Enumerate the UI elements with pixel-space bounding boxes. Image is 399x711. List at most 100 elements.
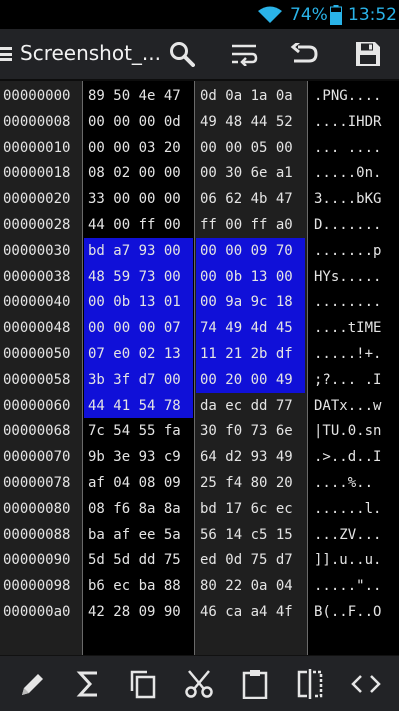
save-button[interactable] bbox=[343, 29, 393, 79]
hex-group-2[interactable]: 49 48 44 52 bbox=[200, 114, 293, 130]
hex-row[interactable]: 00000080 08 f6 8a 8a bd 17 6c ec ......l. bbox=[0, 498, 399, 524]
menu-icon[interactable] bbox=[0, 47, 12, 61]
offset-cell[interactable]: 00000098 bbox=[3, 578, 70, 594]
hex-row[interactable]: 00000090 5d 5d dd 75 ed 0d 75 d7]].u..u. bbox=[0, 549, 399, 575]
undo-button[interactable] bbox=[279, 29, 329, 79]
hex-group-1[interactable]: ba af ee 5a bbox=[88, 527, 181, 543]
hex-group-2[interactable]: 74 49 4d 45 bbox=[200, 320, 293, 336]
hex-group-2[interactable]: ed 0d 75 d7 bbox=[200, 552, 293, 568]
offset-cell[interactable]: 00000038 bbox=[3, 269, 70, 285]
hex-group-1[interactable]: b6 ec ba 88 bbox=[88, 578, 181, 594]
hex-group-2[interactable]: 11 21 2b df bbox=[200, 346, 293, 362]
ascii-cell[interactable]: ... .... bbox=[314, 140, 381, 156]
hex-row[interactable]: 00000008 00 00 00 0d 49 48 44 52 ....IHDR bbox=[0, 111, 399, 137]
hex-row[interactable]: 00000088 ba af ee 5a 56 14 c5 15 ...ZV... bbox=[0, 524, 399, 550]
hex-group-1[interactable]: 42 28 09 90 bbox=[88, 604, 181, 620]
checksum-button[interactable] bbox=[60, 656, 116, 711]
file-title[interactable]: Screenshot_... bbox=[20, 41, 161, 65]
hex-group-1[interactable]: 00 00 00 07 bbox=[88, 320, 181, 336]
hex-row[interactable]: 00000010 00 00 03 20 00 00 05 00 ... .... bbox=[0, 137, 399, 163]
hex-row[interactable]: 00000030 bd a7 93 00 00 00 09 70 .......p bbox=[0, 240, 399, 266]
offset-cell[interactable]: 00000048 bbox=[3, 320, 70, 336]
offset-cell[interactable]: 00000040 bbox=[3, 294, 70, 310]
hex-group-2[interactable]: ff 00 ff a0 bbox=[200, 217, 293, 233]
edit-button[interactable] bbox=[5, 656, 61, 711]
offset-cell[interactable]: 00000088 bbox=[3, 527, 70, 543]
ascii-cell[interactable]: ......l. bbox=[314, 501, 381, 517]
copy-button[interactable] bbox=[115, 656, 171, 711]
hex-view[interactable]: 00000000 89 50 4e 47 0d 0a 1a 0a .PNG.... 00… bbox=[0, 81, 399, 655]
offset-cell[interactable]: 000000a0 bbox=[3, 604, 70, 620]
ascii-cell[interactable]: ....%.. bbox=[314, 475, 381, 491]
word-wrap-button[interactable] bbox=[219, 29, 269, 79]
ascii-cell[interactable]: ....tIME bbox=[314, 320, 381, 336]
ascii-cell[interactable]: .>..d..I bbox=[314, 449, 381, 465]
hex-group-1[interactable]: 48 59 73 00 bbox=[88, 269, 181, 285]
hex-group-2[interactable]: 46 ca a4 4f bbox=[200, 604, 293, 620]
hex-group-1[interactable]: 44 41 54 78 bbox=[88, 398, 181, 414]
hex-group-1[interactable]: 9b 3e 93 c9 bbox=[88, 449, 181, 465]
hex-row[interactable]: 000000a0 42 28 09 90 46 ca a4 4f B(..F..O bbox=[0, 601, 399, 627]
ascii-cell[interactable]: .......p bbox=[314, 243, 381, 259]
offset-cell[interactable]: 00000078 bbox=[3, 475, 70, 491]
offset-cell[interactable]: 00000060 bbox=[3, 398, 70, 414]
ascii-cell[interactable]: D....... bbox=[314, 217, 381, 233]
hex-group-1[interactable]: 3b 3f d7 00 bbox=[88, 372, 181, 388]
hex-group-1[interactable]: 00 00 00 0d bbox=[88, 114, 181, 130]
ascii-cell[interactable]: ........ bbox=[314, 294, 381, 310]
offset-cell[interactable]: 00000070 bbox=[3, 449, 70, 465]
hex-group-2[interactable]: 80 22 0a 04 bbox=[200, 578, 293, 594]
offset-cell[interactable]: 00000020 bbox=[3, 191, 70, 207]
ascii-cell[interactable]: DATx...w bbox=[314, 398, 381, 414]
hex-row[interactable]: 00000048 00 00 00 07 74 49 4d 45 ....tIME bbox=[0, 317, 399, 343]
hex-row[interactable]: 00000098 b6 ec ba 88 80 22 0a 04 .....".. bbox=[0, 575, 399, 601]
hex-row[interactable]: 00000050 07 e0 02 13 11 21 2b df .....!+. bbox=[0, 343, 399, 369]
hex-row[interactable]: 00000018 08 02 00 00 00 30 6e a1 .....0n. bbox=[0, 162, 399, 188]
offset-cell[interactable]: 00000050 bbox=[3, 346, 70, 362]
hex-row[interactable]: 00000070 9b 3e 93 c9 64 d2 93 49 .>..d..I bbox=[0, 446, 399, 472]
offset-cell[interactable]: 00000008 bbox=[3, 114, 70, 130]
hex-group-2[interactable]: 0d 0a 1a 0a bbox=[200, 88, 293, 104]
ascii-cell[interactable]: 3....bKG bbox=[314, 191, 381, 207]
hex-group-2[interactable]: 25 f4 80 20 bbox=[200, 475, 293, 491]
offset-cell[interactable]: 00000090 bbox=[3, 552, 70, 568]
split-view-button[interactable] bbox=[282, 656, 338, 711]
hex-row[interactable]: 00000078 af 04 08 09 25 f4 80 20....%.. bbox=[0, 472, 399, 498]
offset-cell[interactable]: 00000058 bbox=[3, 372, 70, 388]
ascii-cell[interactable]: .....0n. bbox=[314, 165, 381, 181]
hex-group-1[interactable]: 00 00 03 20 bbox=[88, 140, 181, 156]
ascii-cell[interactable]: .....".. bbox=[314, 578, 381, 594]
hex-group-2[interactable]: 00 0b 13 00 bbox=[200, 269, 293, 285]
hex-group-1[interactable]: af 04 08 09 bbox=[88, 475, 181, 491]
ascii-cell[interactable]: ....IHDR bbox=[314, 114, 381, 130]
search-button[interactable] bbox=[157, 29, 207, 79]
hex-group-2[interactable]: 06 62 4b 47 bbox=[200, 191, 293, 207]
ascii-cell[interactable]: |TU.0.sn bbox=[314, 423, 381, 439]
ascii-cell[interactable]: HYs..... bbox=[314, 269, 381, 285]
hex-group-1[interactable]: 07 e0 02 13 bbox=[88, 346, 181, 362]
ascii-cell[interactable]: .PNG.... bbox=[314, 88, 381, 104]
hex-row[interactable]: 00000028 44 00 ff 00 ff 00 ff a0 D....... bbox=[0, 214, 399, 240]
offset-cell[interactable]: 00000000 bbox=[3, 88, 70, 104]
hex-group-1[interactable]: 5d 5d dd 75 bbox=[88, 552, 181, 568]
ascii-cell[interactable]: ...ZV... bbox=[314, 527, 381, 543]
hex-group-2[interactable]: 00 20 00 49 bbox=[200, 372, 293, 388]
hex-row[interactable]: 00000058 3b 3f d7 00 00 20 00 49 ;?... .I bbox=[0, 369, 399, 395]
code-view-button[interactable] bbox=[338, 656, 394, 711]
hex-row[interactable]: 00000038 48 59 73 00 00 0b 13 00 HYs..... bbox=[0, 266, 399, 292]
hex-group-1[interactable]: 08 02 00 00 bbox=[88, 165, 181, 181]
offset-cell[interactable]: 00000030 bbox=[3, 243, 70, 259]
hex-group-2[interactable]: da ec dd 77 bbox=[200, 398, 293, 414]
offset-cell[interactable]: 00000010 bbox=[3, 140, 70, 156]
offset-cell[interactable]: 00000080 bbox=[3, 501, 70, 517]
hex-group-2[interactable]: 00 30 6e a1 bbox=[200, 165, 293, 181]
hex-group-1[interactable]: 08 f6 8a 8a bbox=[88, 501, 181, 517]
hex-group-1[interactable]: bd a7 93 00 bbox=[88, 243, 181, 259]
ascii-cell[interactable]: B(..F..O bbox=[314, 604, 381, 620]
cut-button[interactable] bbox=[171, 656, 227, 711]
hex-row[interactable]: 00000068 7c 54 55 fa 30 f0 73 6e |TU.0.sn bbox=[0, 420, 399, 446]
hex-group-1[interactable]: 33 00 00 00 bbox=[88, 191, 181, 207]
hex-row[interactable]: 00000020 33 00 00 00 06 62 4b 47 3....bKG bbox=[0, 188, 399, 214]
hex-row[interactable]: 00000000 89 50 4e 47 0d 0a 1a 0a .PNG.... bbox=[0, 85, 399, 111]
paste-button[interactable] bbox=[227, 656, 283, 711]
